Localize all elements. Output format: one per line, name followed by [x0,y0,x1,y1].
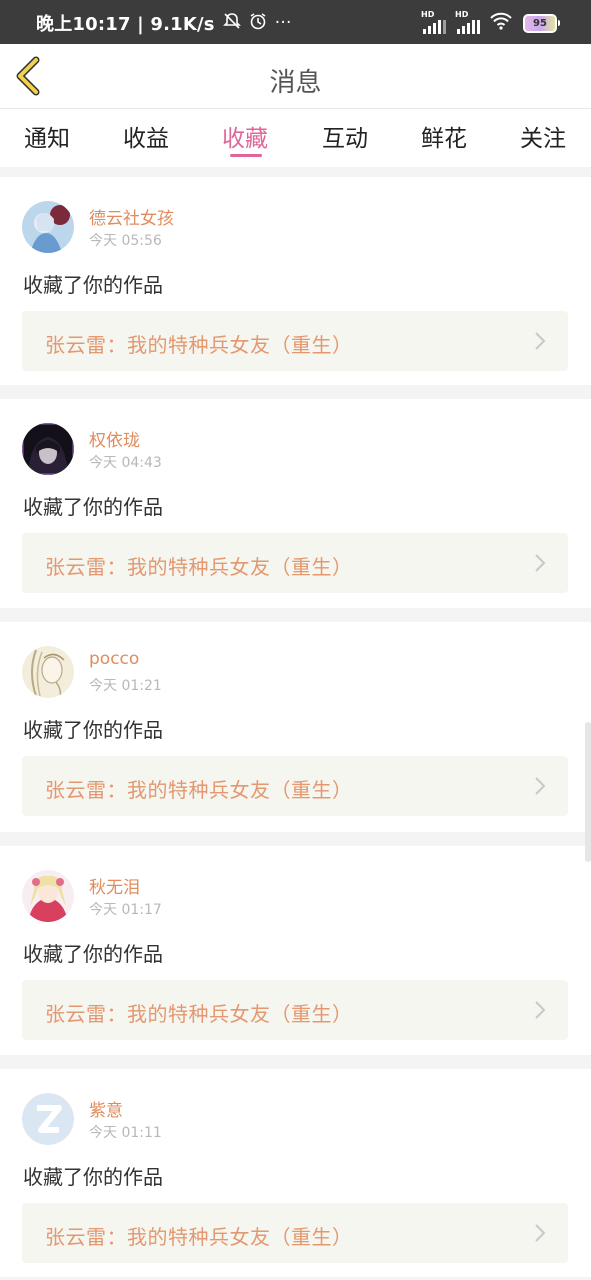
scrollbar[interactable] [585,722,591,862]
status-right: HD HD 95 [421,10,560,35]
avatar[interactable] [22,423,74,475]
list-item[interactable]: 秋无泪 今天 01:17 收藏了你的作品 张云雷：我的特种兵女友（重生） [0,846,591,1054]
username[interactable]: 权依珑 [89,426,140,451]
tab-favorites[interactable]: 收藏 [222,119,268,153]
action-text: 收藏了你的作品 [23,495,163,519]
chevron-right-icon [535,332,546,350]
tab-notice[interactable]: 通知 [24,119,70,153]
alarm-icon [249,12,267,35]
action-text: 收藏了你的作品 [23,718,163,742]
more-dots-icon: ··· [274,13,292,33]
battery-icon: 95 [523,14,560,33]
work-title: 张云雷：我的特种兵女友（重生） [45,1225,353,1249]
work-link[interactable]: 张云雷：我的特种兵女友（重生） [22,1203,568,1263]
timestamp: 今天 01:21 [89,678,162,694]
header: 消息 [0,44,591,109]
divider [0,385,591,399]
chevron-right-icon [535,554,546,572]
wifi-icon [489,12,513,35]
status-bar: 晚上10:17 | 9.1K/s ··· HD HD 95 [0,0,591,44]
tab-follow[interactable]: 关注 [520,119,566,153]
action-text: 收藏了你的作品 [23,1165,163,1189]
avatar[interactable] [22,646,74,698]
divider [0,608,591,622]
username[interactable]: pocco [89,649,139,669]
tab-earnings[interactable]: 收益 [123,119,169,153]
list-item[interactable]: pocco 今天 01:21 收藏了你的作品 张云雷：我的特种兵女友（重生） [0,622,591,830]
tab-flowers[interactable]: 鲜花 [421,119,467,153]
list-item[interactable]: 紫意 今天 01:11 收藏了你的作品 张云雷：我的特种兵女友（重生） [0,1069,591,1277]
chevron-right-icon [535,1224,546,1242]
signal-icon-2: HD [455,10,480,34]
list-item[interactable]: 德云社女孩 今天 05:56 收藏了你的作品 张云雷：我的特种兵女友（重生） [0,177,591,385]
work-title: 张云雷：我的特种兵女友（重生） [45,333,353,357]
tab-interaction[interactable]: 互动 [322,119,368,153]
divider [0,1055,591,1069]
tab-active-indicator [230,154,262,157]
work-title: 张云雷：我的特种兵女友（重生） [45,1002,353,1026]
work-title: 张云雷：我的特种兵女友（重生） [45,778,353,802]
chevron-right-icon [535,777,546,795]
timestamp: 今天 04:43 [89,455,162,471]
status-time-speed: 晚上10:17 | 9.1K/s [36,14,215,35]
avatar[interactable] [22,1093,74,1145]
timestamp: 今天 05:56 [89,233,162,249]
work-link[interactable]: 张云雷：我的特种兵女友（重生） [22,311,568,371]
tab-bar: 通知 收益 收藏 互动 鲜花 关注 [0,109,591,167]
avatar[interactable] [22,870,74,922]
username[interactable]: 德云社女孩 [89,204,174,229]
page-title: 消息 [269,68,322,98]
username[interactable]: 紫意 [89,1096,123,1121]
username[interactable]: 秋无泪 [89,873,140,898]
status-left: 晚上10:17 | 9.1K/s ··· [36,10,292,36]
work-title: 张云雷：我的特种兵女友（重生） [45,555,353,579]
timestamp: 今天 01:17 [89,902,162,918]
avatar[interactable] [22,201,74,253]
work-link[interactable]: 张云雷：我的特种兵女友（重生） [22,756,568,816]
list-item[interactable]: 权依珑 今天 04:43 收藏了你的作品 张云雷：我的特种兵女友（重生） [0,399,591,607]
action-text: 收藏了你的作品 [23,273,163,297]
signal-icon: HD [421,10,446,34]
divider [0,832,591,846]
divider [0,167,591,177]
work-link[interactable]: 张云雷：我的特种兵女友（重生） [22,533,568,593]
timestamp: 今天 01:11 [89,1125,162,1141]
chevron-right-icon [535,1001,546,1019]
mute-bell-icon [222,12,241,35]
action-text: 收藏了你的作品 [23,942,163,966]
work-link[interactable]: 张云雷：我的特种兵女友（重生） [22,980,568,1040]
